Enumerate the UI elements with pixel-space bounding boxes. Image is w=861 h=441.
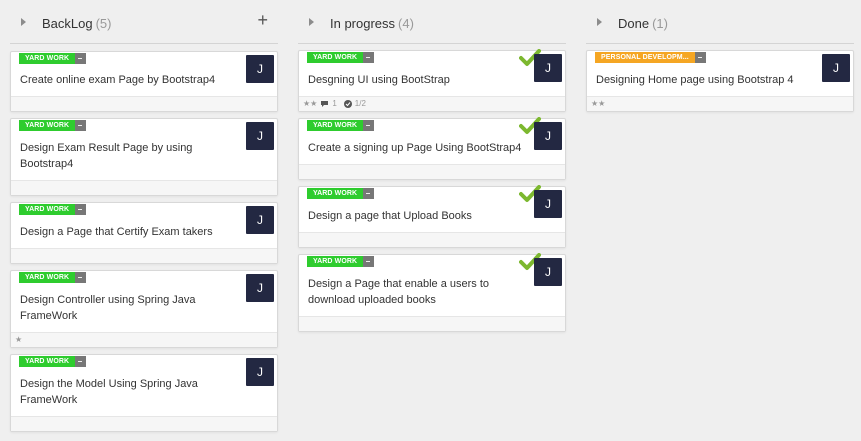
- star-rating-icon[interactable]: ★★: [591, 99, 605, 109]
- card-footer: [11, 180, 277, 195]
- column-done: Done (1) PERSONAL DEVELOPM... Designing H…: [586, 0, 854, 112]
- tag-dropdown-icon[interactable]: [75, 272, 87, 283]
- task-card[interactable]: YARD WORK Design Exam Result Page by usi…: [10, 118, 278, 196]
- tag-dropdown-icon[interactable]: [75, 204, 87, 215]
- column-title: Done (1): [618, 16, 668, 31]
- card-footer: [299, 232, 565, 247]
- avatar[interactable]: J: [246, 122, 274, 150]
- tag-dropdown-icon[interactable]: [75, 120, 87, 131]
- card-title: Create online exam Page by Bootstrap4: [20, 74, 216, 86]
- tag-dropdown-icon[interactable]: [363, 52, 375, 63]
- card-footer: [299, 316, 565, 331]
- card-footer: ★★ 1 1/2: [299, 96, 565, 111]
- card-title: Design a page that Upload Books: [308, 210, 472, 222]
- card-meta: ★: [15, 335, 22, 345]
- tag-dropdown-icon[interactable]: [694, 52, 706, 63]
- avatar[interactable]: J: [534, 54, 562, 82]
- card-title: Designing Home page using Bootstrap 4: [596, 74, 794, 86]
- checklist-icon: [343, 100, 352, 108]
- category-tag[interactable]: YARD WORK: [19, 120, 87, 131]
- column-header: In progress (4): [298, 0, 566, 44]
- column-count: (1): [652, 16, 668, 31]
- category-tag[interactable]: YARD WORK: [307, 120, 375, 131]
- task-card[interactable]: YARD WORK Design a page that Upload Book…: [298, 185, 566, 248]
- column-header: BackLog (5) +: [10, 0, 278, 44]
- category-tag[interactable]: YARD WORK: [307, 52, 375, 63]
- column-backlog: BackLog (5) + YARD WORK Create online exa…: [10, 0, 278, 432]
- star-rating-icon[interactable]: ★: [15, 335, 22, 345]
- comment-count: 1: [332, 99, 337, 108]
- avatar[interactable]: J: [246, 358, 274, 386]
- category-tag[interactable]: YARD WORK: [307, 256, 375, 267]
- tag-dropdown-icon[interactable]: [363, 188, 375, 199]
- column-title: In progress (4): [330, 16, 414, 31]
- task-card[interactable]: YARD WORK Design a Page that enable a us…: [298, 253, 566, 332]
- avatar[interactable]: J: [822, 54, 850, 82]
- card-meta: ★★ 1 1/2: [303, 99, 366, 109]
- card-footer: ★: [11, 332, 277, 347]
- comment-icon: [321, 101, 329, 107]
- card-footer: [11, 96, 277, 111]
- card-footer: [299, 164, 565, 179]
- avatar[interactable]: J: [246, 274, 274, 302]
- avatar[interactable]: J: [534, 258, 562, 286]
- column-in-progress: In progress (4) YARD WORK Desgning UI usi…: [298, 0, 566, 332]
- card-title: Design Exam Result Page by using Bootstr…: [20, 142, 193, 170]
- category-tag[interactable]: YARD WORK: [19, 53, 87, 64]
- category-tag[interactable]: PERSONAL DEVELOPM...: [595, 52, 706, 63]
- star-rating-icon[interactable]: ★★: [303, 99, 317, 109]
- task-card[interactable]: YARD WORK Design a Page that Certify Exa…: [10, 202, 278, 264]
- collapse-arrow-icon[interactable]: [309, 18, 314, 26]
- collapse-arrow-icon[interactable]: [597, 18, 602, 26]
- avatar[interactable]: J: [246, 206, 274, 234]
- tag-dropdown-icon[interactable]: [363, 120, 375, 131]
- task-card[interactable]: YARD WORK Create a signing up Page Using…: [298, 117, 566, 180]
- card-footer: [11, 416, 277, 431]
- avatar[interactable]: J: [534, 122, 562, 150]
- task-card[interactable]: YARD WORK Create online exam Page by Boo…: [10, 51, 278, 112]
- card-footer: [11, 248, 277, 263]
- column-count: (5): [95, 16, 112, 31]
- card-title: Design Controller using Spring Java Fram…: [20, 294, 196, 322]
- task-card[interactable]: YARD WORK Desgning UI using BootStrap J …: [298, 49, 566, 112]
- column-header: Done (1): [586, 0, 854, 44]
- category-tag[interactable]: YARD WORK: [19, 272, 87, 283]
- tag-dropdown-icon[interactable]: [363, 256, 375, 267]
- card-footer: ★★: [587, 96, 853, 111]
- add-card-button[interactable]: +: [257, 11, 268, 29]
- category-tag[interactable]: YARD WORK: [19, 204, 87, 215]
- task-card[interactable]: YARD WORK Design the Model Using Spring …: [10, 354, 278, 432]
- category-tag[interactable]: YARD WORK: [19, 356, 87, 367]
- tag-dropdown-icon[interactable]: [75, 356, 87, 367]
- card-title: Design a Page that enable a users to dow…: [308, 278, 490, 306]
- card-title: Create a signing up Page Using BootStrap…: [308, 142, 522, 154]
- card-title: Design the Model Using Spring Java Frame…: [20, 378, 198, 406]
- card-title: Design a Page that Certify Exam takers: [20, 226, 213, 238]
- column-count: (4): [398, 16, 414, 31]
- checklist-progress: 1/2: [354, 99, 366, 108]
- card-meta: ★★: [591, 99, 605, 109]
- task-card[interactable]: YARD WORK Design Controller using Spring…: [10, 270, 278, 348]
- card-title: Desgning UI using BootStrap: [308, 74, 450, 86]
- task-card[interactable]: PERSONAL DEVELOPM... Designing Home page…: [586, 50, 854, 112]
- avatar[interactable]: J: [534, 190, 562, 218]
- collapse-arrow-icon[interactable]: [21, 18, 26, 26]
- avatar[interactable]: J: [246, 55, 274, 83]
- column-title: BackLog (5): [42, 16, 112, 31]
- tag-dropdown-icon[interactable]: [75, 53, 87, 64]
- category-tag[interactable]: YARD WORK: [307, 188, 375, 199]
